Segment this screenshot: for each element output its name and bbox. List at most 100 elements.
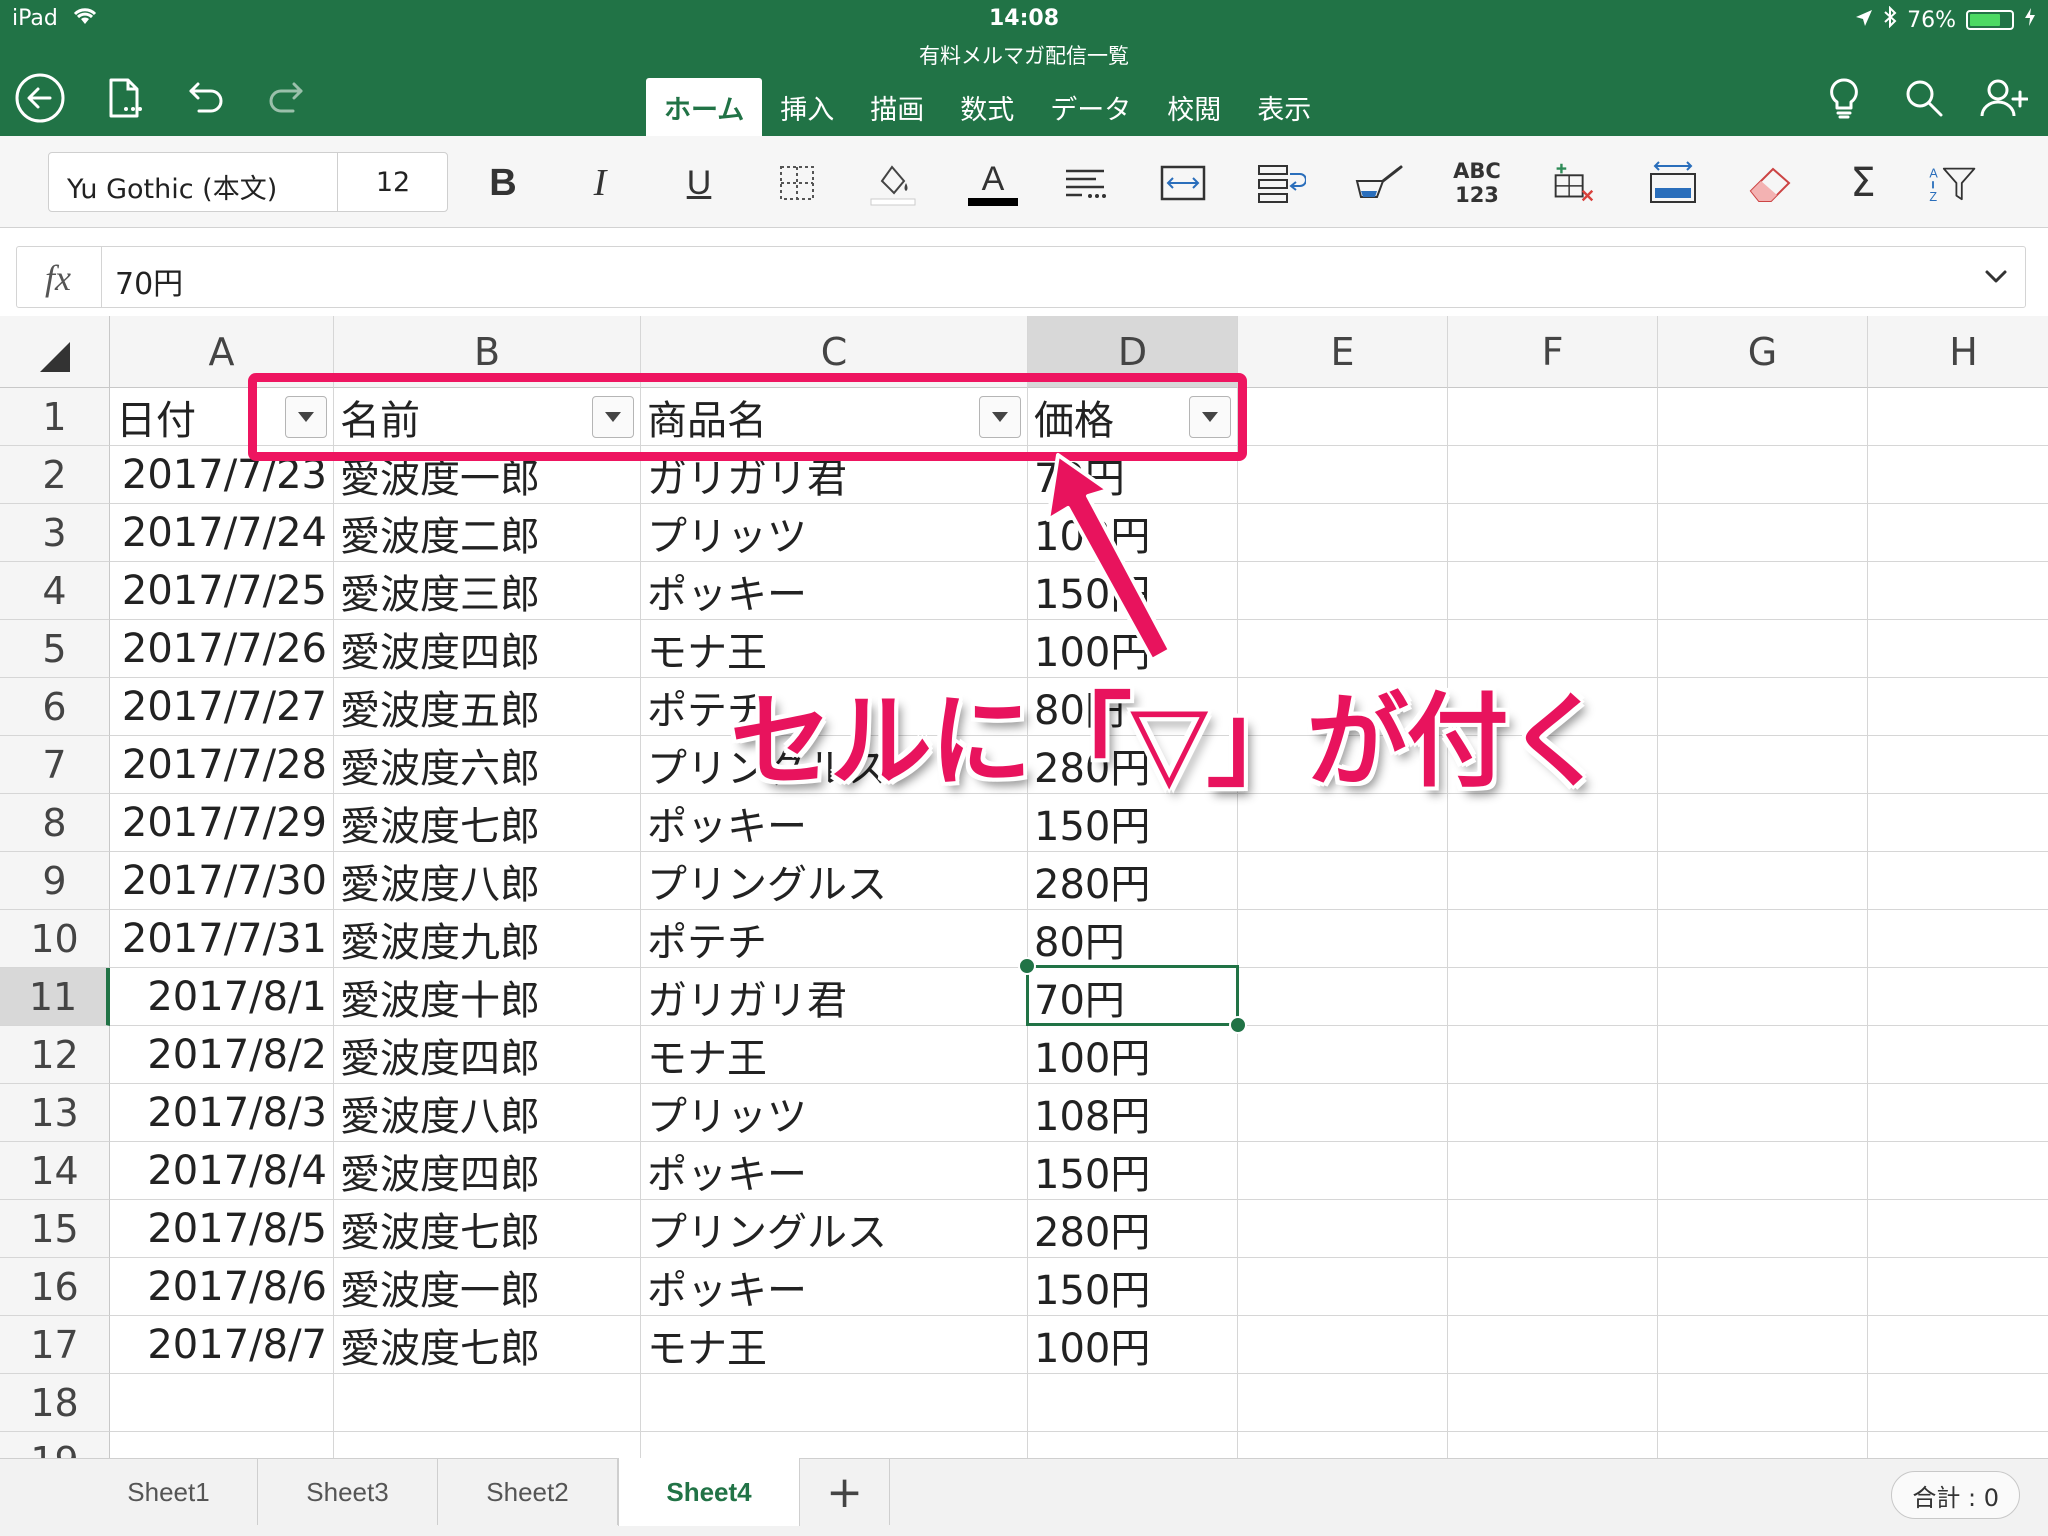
cell-e16[interactable] <box>1238 1258 1448 1316</box>
cell-b16[interactable]: 愛波度一郎 <box>334 1258 641 1316</box>
tab-review[interactable]: 校閲 <box>1149 78 1239 136</box>
cell-h19[interactable] <box>1868 1432 2048 1458</box>
row-header-6[interactable]: 6 <box>0 678 110 736</box>
cell-f13[interactable] <box>1448 1084 1658 1142</box>
cell-d12[interactable]: 100円 <box>1028 1026 1238 1084</box>
cell-e11[interactable] <box>1238 968 1448 1026</box>
cell-b3[interactable]: 愛波度二郎 <box>334 504 641 562</box>
cell-d18[interactable] <box>1028 1374 1238 1432</box>
fill-color-button[interactable] <box>866 156 920 210</box>
font-size-field[interactable]: 12 <box>337 167 449 198</box>
cell-d10[interactable]: 80円 <box>1028 910 1238 968</box>
cell-a14[interactable]: 2017/8/4 <box>110 1142 334 1200</box>
cell-b18[interactable] <box>334 1374 641 1432</box>
italic-button[interactable]: I <box>573 156 627 210</box>
cell-c10[interactable]: ポテチ <box>641 910 1028 968</box>
column-header-a[interactable]: A <box>110 316 334 388</box>
cell-c15[interactable]: プリングルス <box>641 1200 1028 1258</box>
select-all-button[interactable] <box>0 316 110 388</box>
cell-a16[interactable]: 2017/8/6 <box>110 1258 334 1316</box>
cell-a3[interactable]: 2017/7/24 <box>110 504 334 562</box>
filter-dropdown-button[interactable] <box>285 395 327 438</box>
column-header-e[interactable]: E <box>1238 316 1448 388</box>
tab-draw[interactable]: 描画 <box>852 78 942 136</box>
undo-button[interactable] <box>178 70 234 126</box>
cell-c19[interactable] <box>641 1432 1028 1458</box>
cell-e13[interactable] <box>1238 1084 1448 1142</box>
tell-me-button[interactable] <box>1816 70 1872 126</box>
cell-a2[interactable]: 2017/7/23 <box>110 446 334 504</box>
row-header-10[interactable]: 10 <box>0 910 110 968</box>
cell-a11[interactable]: 2017/8/1 <box>110 968 334 1026</box>
cell-b8[interactable]: 愛波度七郎 <box>334 794 641 852</box>
row-header-13[interactable]: 13 <box>0 1084 110 1142</box>
row-header-8[interactable]: 8 <box>0 794 110 852</box>
cell-h13[interactable] <box>1868 1084 2048 1142</box>
cell-f2[interactable] <box>1448 446 1658 504</box>
fx-icon[interactable]: fx <box>45 257 71 299</box>
cell-g3[interactable] <box>1658 504 1868 562</box>
cell-d2[interactable]: 70円 <box>1028 446 1238 504</box>
cell-e4[interactable] <box>1238 562 1448 620</box>
cell-b19[interactable] <box>334 1432 641 1458</box>
cell-c2[interactable]: ガリガリ君 <box>641 446 1028 504</box>
cell-f3[interactable] <box>1448 504 1658 562</box>
column-header-h[interactable]: H <box>1868 316 2048 388</box>
tab-data[interactable]: データ <box>1032 78 1149 136</box>
cell-h18[interactable] <box>1868 1374 2048 1432</box>
cell-a8[interactable]: 2017/7/29 <box>110 794 334 852</box>
bold-button[interactable]: B <box>476 156 530 210</box>
cell-d4[interactable]: 150円 <box>1028 562 1238 620</box>
cell-d17[interactable]: 100円 <box>1028 1316 1238 1374</box>
font-color-button[interactable]: A <box>966 156 1020 210</box>
cell-h1[interactable] <box>1868 388 2048 446</box>
cell-f19[interactable] <box>1448 1432 1658 1458</box>
sort-filter-button[interactable]: AZ <box>1924 156 1978 210</box>
cell-b15[interactable]: 愛波度七郎 <box>334 1200 641 1258</box>
cell-a19[interactable] <box>110 1432 334 1458</box>
format-cells-button[interactable] <box>1646 156 1700 210</box>
cell-h16[interactable] <box>1868 1258 2048 1316</box>
cell-e15[interactable] <box>1238 1200 1448 1258</box>
cell-g18[interactable] <box>1658 1374 1868 1432</box>
cell-h10[interactable] <box>1868 910 2048 968</box>
cell-a9[interactable]: 2017/7/30 <box>110 852 334 910</box>
cell-g19[interactable] <box>1658 1432 1868 1458</box>
search-button[interactable] <box>1896 70 1952 126</box>
cell-d1[interactable]: 価格 <box>1028 388 1238 446</box>
cell-styles-button[interactable] <box>1352 156 1406 210</box>
cell-c1[interactable]: 商品名 <box>641 388 1028 446</box>
cell-a6[interactable]: 2017/7/27 <box>110 678 334 736</box>
cell-h6[interactable] <box>1868 678 2048 736</box>
cell-b11[interactable]: 愛波度十郎 <box>334 968 641 1026</box>
cell-g17[interactable] <box>1658 1316 1868 1374</box>
cell-f16[interactable] <box>1448 1258 1658 1316</box>
cell-c9[interactable]: プリングルス <box>641 852 1028 910</box>
row-header-16[interactable]: 16 <box>0 1258 110 1316</box>
borders-button[interactable] <box>770 156 824 210</box>
column-header-c[interactable]: C <box>641 316 1028 388</box>
cell-b6[interactable]: 愛波度五郎 <box>334 678 641 736</box>
chevron-down-icon[interactable] <box>1981 261 2011 295</box>
wrap-text-button[interactable] <box>1254 156 1308 210</box>
sheet-tab-sheet1[interactable]: Sheet1 <box>80 1459 258 1525</box>
row-header-17[interactable]: 17 <box>0 1316 110 1374</box>
column-header-d[interactable]: D <box>1028 316 1238 388</box>
cell-e3[interactable] <box>1238 504 1448 562</box>
formula-input[interactable]: 70円 <box>115 259 183 303</box>
insert-delete-button[interactable] <box>1546 156 1600 210</box>
cell-f4[interactable] <box>1448 562 1658 620</box>
cell-e18[interactable] <box>1238 1374 1448 1432</box>
cell-h8[interactable] <box>1868 794 2048 852</box>
cell-b1[interactable]: 名前 <box>334 388 641 446</box>
cell-h9[interactable] <box>1868 852 2048 910</box>
cell-g11[interactable] <box>1658 968 1868 1026</box>
cell-a12[interactable]: 2017/8/2 <box>110 1026 334 1084</box>
cell-a18[interactable] <box>110 1374 334 1432</box>
cell-a7[interactable]: 2017/7/28 <box>110 736 334 794</box>
tab-view[interactable]: 表示 <box>1239 78 1329 136</box>
row-header-3[interactable]: 3 <box>0 504 110 562</box>
spreadsheet-grid[interactable]: A B C D E F G H 1 日付 名前 商品名 価格 2 2017/7/23 愛波度一郎 ガリガリ君 70… <box>0 316 2048 1458</box>
cell-b4[interactable]: 愛波度三郎 <box>334 562 641 620</box>
cell-f15[interactable] <box>1448 1200 1658 1258</box>
